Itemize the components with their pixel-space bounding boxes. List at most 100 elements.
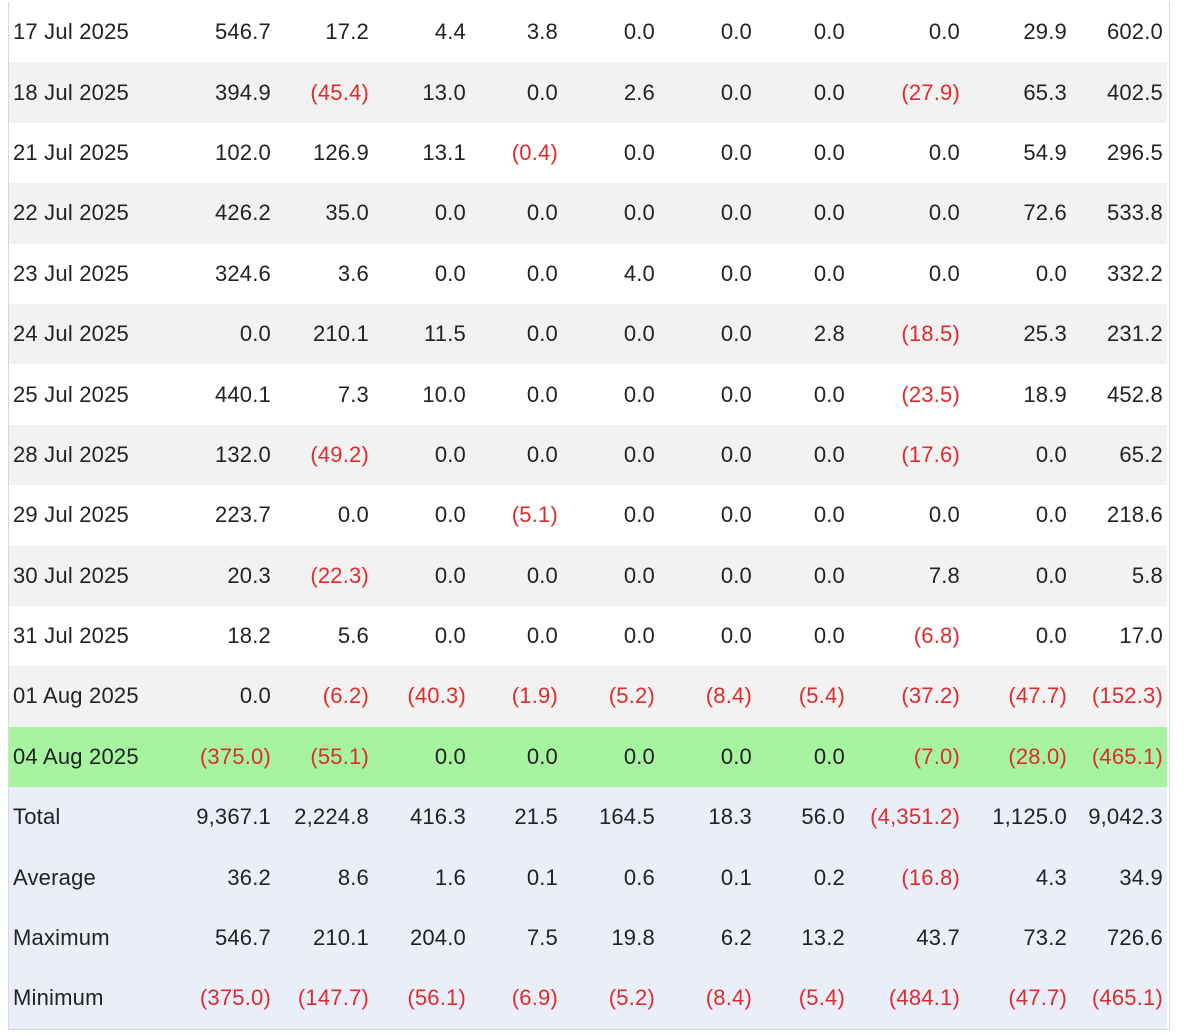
- value-cell: 394.9: [169, 62, 271, 123]
- value-cell: (28.0): [960, 726, 1067, 788]
- value-cell: 0.0: [466, 62, 558, 123]
- value-cell: 5.6: [271, 605, 369, 667]
- table-row: 23 Jul 2025 324.6 3.6 0.0 0.0 4.0 0.0 0.0 0.0 0.0…: [9, 243, 1167, 304]
- value-cell: 0.0: [271, 485, 369, 546]
- table-row: 21 Jul 2025 102.0 126.9 13.1 (0.4) 0.0 0.0 0.0 0…: [9, 122, 1167, 184]
- value-cell: 0.0: [466, 545, 558, 606]
- value-cell: 0.0: [655, 424, 752, 486]
- table-row: 18 Jul 2025 394.9 (45.4) 13.0 0.0 2.6 0.0 0.0 (2…: [9, 62, 1167, 123]
- value-cell: 34.9: [1067, 847, 1167, 908]
- value-cell: 2,224.8: [271, 787, 369, 848]
- value-cell: (8.4): [655, 666, 752, 727]
- summary-row: Total 9,367.1 2,224.8 416.3 21.5 164.5 18.3 56.…: [9, 787, 1167, 848]
- data-table-container: 17 Jul 2025 546.7 17.2 4.4 3.8 0.0 0.0 0.0 0.0 29…: [8, 2, 1170, 1030]
- table-row: 30 Jul 2025 20.3 (22.3) 0.0 0.0 0.0 0.0 0.0 7.8 0…: [9, 545, 1167, 606]
- value-cell: 65.3: [960, 62, 1067, 123]
- date-cell: 28 Jul 2025: [9, 424, 169, 486]
- value-cell: 17.0: [1067, 605, 1167, 667]
- value-cell: 210.1: [271, 303, 369, 365]
- value-cell: 4.3: [960, 847, 1067, 908]
- value-cell: (375.0): [169, 968, 271, 1029]
- value-cell: 20.3: [169, 545, 271, 606]
- value-cell: 0.0: [466, 726, 558, 788]
- value-cell: 3.6: [271, 243, 369, 304]
- value-cell: (55.1): [271, 726, 369, 788]
- value-cell: (17.6): [845, 424, 960, 486]
- value-cell: (18.5): [845, 303, 960, 365]
- value-cell: (465.1): [1067, 726, 1167, 788]
- value-cell: 0.0: [466, 183, 558, 244]
- value-cell: (16.8): [845, 847, 960, 908]
- flows-table: 17 Jul 2025 546.7 17.2 4.4 3.8 0.0 0.0 0.0 0.0 29…: [9, 2, 1167, 1029]
- value-cell: 56.0: [752, 787, 845, 848]
- value-cell: (56.1): [369, 968, 466, 1029]
- value-cell: 5.8: [1067, 545, 1167, 606]
- value-cell: 0.0: [466, 364, 558, 425]
- value-cell: 7.5: [466, 907, 558, 969]
- summary-row: Maximum 546.7 210.1 204.0 7.5 19.8 6.2 13.2 43.7…: [9, 907, 1167, 969]
- summary-label: Average: [9, 847, 169, 908]
- value-cell: 0.0: [558, 545, 655, 606]
- value-cell: 13.0: [369, 62, 466, 123]
- value-cell: 132.0: [169, 424, 271, 486]
- value-cell: 210.1: [271, 907, 369, 969]
- value-cell: (22.3): [271, 545, 369, 606]
- summary-label: Total: [9, 787, 169, 848]
- value-cell: 18.9: [960, 364, 1067, 425]
- value-cell: (5.2): [558, 666, 655, 727]
- table-row: 28 Jul 2025 132.0 (49.2) 0.0 0.0 0.0 0.0 0.0 (17…: [9, 424, 1167, 486]
- value-cell: 402.5: [1067, 62, 1167, 123]
- value-cell: 102.0: [169, 122, 271, 184]
- summary-label: Maximum: [9, 907, 169, 969]
- value-cell: 1.6: [369, 847, 466, 908]
- value-cell: 0.0: [655, 122, 752, 184]
- value-cell: (6.9): [466, 968, 558, 1029]
- date-cell: 24 Jul 2025: [9, 303, 169, 365]
- date-cell: 22 Jul 2025: [9, 183, 169, 244]
- date-cell: 01 Aug 2025: [9, 666, 169, 727]
- value-cell: 0.0: [960, 545, 1067, 606]
- date-cell: 23 Jul 2025: [9, 243, 169, 304]
- value-cell: 0.0: [558, 605, 655, 667]
- value-cell: (5.4): [752, 666, 845, 727]
- value-cell: 9,042.3: [1067, 787, 1167, 848]
- value-cell: 0.0: [655, 2, 752, 63]
- value-cell: 533.8: [1067, 183, 1167, 244]
- value-cell: 0.0: [752, 726, 845, 788]
- table-row: 24 Jul 2025 0.0 210.1 11.5 0.0 0.0 0.0 2.8 (18.5…: [9, 303, 1167, 365]
- value-cell: 35.0: [271, 183, 369, 244]
- value-cell: 18.2: [169, 605, 271, 667]
- value-cell: 0.0: [655, 243, 752, 304]
- value-cell: 25.3: [960, 303, 1067, 365]
- value-cell: 0.0: [845, 485, 960, 546]
- value-cell: 54.9: [960, 122, 1067, 184]
- value-cell: 0.1: [655, 847, 752, 908]
- value-cell: (4,351.2): [845, 787, 960, 848]
- value-cell: 0.0: [369, 485, 466, 546]
- value-cell: 13.2: [752, 907, 845, 969]
- value-cell: 0.0: [845, 183, 960, 244]
- value-cell: (45.4): [271, 62, 369, 123]
- value-cell: 0.0: [752, 122, 845, 184]
- value-cell: 0.0: [655, 303, 752, 365]
- date-cell: 25 Jul 2025: [9, 364, 169, 425]
- value-cell: 9,367.1: [169, 787, 271, 848]
- value-cell: 0.0: [655, 183, 752, 244]
- value-cell: 546.7: [169, 907, 271, 969]
- value-cell: (47.7): [960, 666, 1067, 727]
- date-cell: 04 Aug 2025: [9, 726, 169, 788]
- value-cell: 13.1: [369, 122, 466, 184]
- value-cell: 1,125.0: [960, 787, 1067, 848]
- value-cell: 2.6: [558, 62, 655, 123]
- value-cell: 0.0: [369, 183, 466, 244]
- value-cell: 0.0: [752, 605, 845, 667]
- value-cell: (147.7): [271, 968, 369, 1029]
- value-cell: 18.3: [655, 787, 752, 848]
- value-cell: 0.0: [369, 726, 466, 788]
- value-cell: (152.3): [1067, 666, 1167, 727]
- value-cell: 21.5: [466, 787, 558, 848]
- value-cell: (49.2): [271, 424, 369, 486]
- value-cell: 6.2: [655, 907, 752, 969]
- value-cell: 231.2: [1067, 303, 1167, 365]
- value-cell: 0.0: [369, 424, 466, 486]
